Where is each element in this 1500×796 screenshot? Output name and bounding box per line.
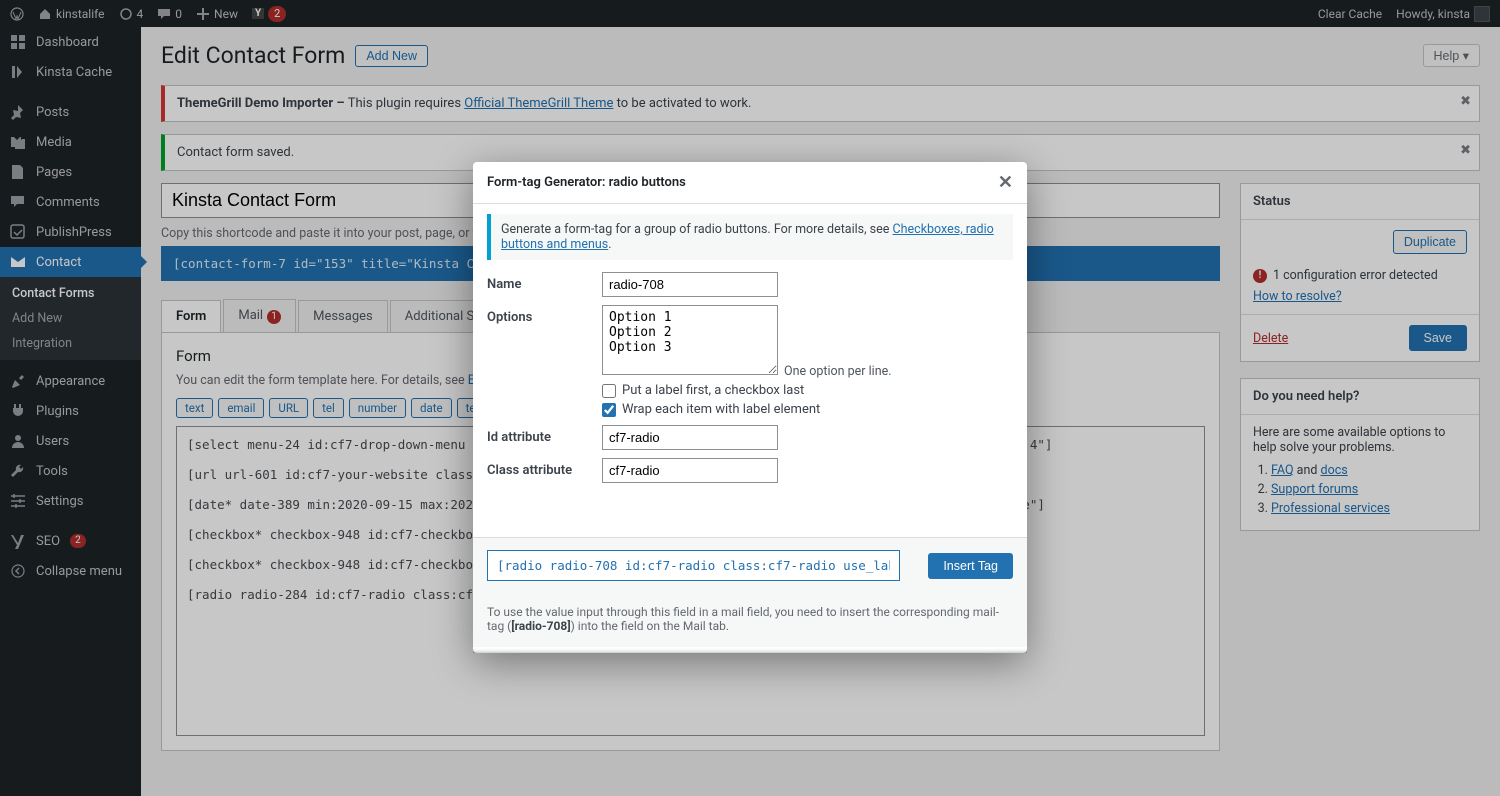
id-input[interactable]: [602, 425, 778, 450]
form-tag-generator-modal: Form-tag Generator: radio buttons ✕ Gene…: [473, 162, 1027, 653]
label-first-checkbox[interactable]: [602, 384, 616, 398]
modal-notice-text: Generate a form-tag for a group of radio…: [501, 222, 893, 237]
wrap-label-checkbox[interactable]: [602, 403, 616, 417]
close-icon[interactable]: ✕: [998, 172, 1013, 193]
modal-title: Form-tag Generator: radio buttons: [487, 175, 686, 190]
modal-bottom-shadow: [473, 647, 1027, 653]
label-first-text: Put a label first, a checkbox last: [622, 383, 804, 398]
mail-tag: [radio-708]: [511, 619, 570, 633]
options-textarea[interactable]: [602, 305, 778, 375]
subtext-b: ) into the field on the Mail tab.: [571, 619, 729, 633]
name-label: Name: [487, 272, 602, 292]
modal-notice: Generate a form-tag for a group of radio…: [487, 214, 1013, 260]
options-hint: One option per line.: [784, 364, 892, 379]
class-input[interactable]: [602, 458, 778, 483]
insert-tag-button[interactable]: Insert Tag: [928, 553, 1013, 579]
options-label: Options: [487, 305, 602, 325]
class-label: Class attribute: [487, 458, 602, 478]
wrap-label-text: Wrap each item with label element: [622, 402, 820, 417]
tag-output[interactable]: [487, 550, 900, 581]
id-label: Id attribute: [487, 425, 602, 445]
modal-subtext: To use the value input through this fiel…: [473, 595, 1027, 647]
name-input[interactable]: [602, 272, 778, 297]
